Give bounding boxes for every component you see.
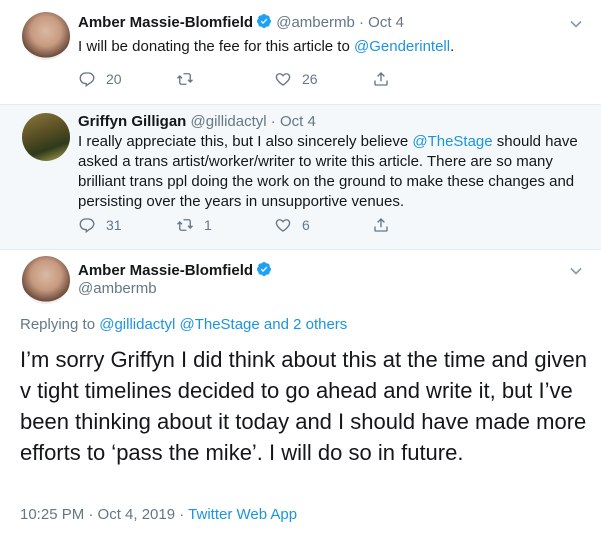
main-tweet: Amber Massie-Blomfield @ambermb Replying…	[0, 250, 601, 549]
retweet-icon	[177, 219, 193, 231]
retweet-count: 1	[204, 217, 212, 233]
reply-button[interactable]: 20	[78, 69, 122, 89]
author-name[interactable]: Griffyn Gilligan	[78, 113, 186, 130]
separator: ·	[270, 113, 276, 130]
reply-count: 20	[106, 71, 122, 87]
share-icon	[374, 218, 388, 232]
separator: ·	[358, 14, 364, 31]
author-handle-row: @ambermb	[78, 279, 157, 299]
avatar[interactable]	[22, 113, 70, 161]
author-name[interactable]: Amber Massie-Blomfield	[78, 262, 253, 279]
author-name[interactable]: Amber Massie-Blomfield	[78, 14, 253, 31]
replying-to: Replying to @gillidactyl @TheStage and 2…	[20, 316, 348, 333]
share-button[interactable]	[372, 69, 400, 89]
chevron-down-icon[interactable]	[569, 17, 583, 31]
mention-link[interactable]: @Genderintell	[354, 38, 450, 55]
like-button[interactable]: 26	[274, 69, 318, 89]
author-handle[interactable]: @gillidactyl	[191, 113, 267, 130]
tweet-actions: 31 1 6	[78, 215, 498, 235]
avatar[interactable]	[22, 256, 70, 304]
like-count: 6	[302, 217, 310, 233]
reply-icon	[79, 72, 95, 88]
author-handle[interactable]: @ambermb	[276, 14, 355, 31]
share-icon	[374, 72, 388, 86]
tweet-header: Amber Massie-Blomfield @ambermb · Oct 4	[78, 13, 404, 33]
reply-button[interactable]: 31	[78, 215, 122, 235]
verified-badge-icon	[257, 262, 272, 276]
tweet-text: I’m sorry Griffyn I did think about this…	[20, 347, 587, 465]
share-button[interactable]	[372, 215, 400, 235]
reply-icon	[79, 218, 95, 234]
replying-to-links[interactable]: @gillidactyl @TheStage and 2 others	[99, 316, 347, 333]
retweet-button[interactable]: 1	[176, 215, 212, 235]
tweet-header: Amber Massie-Blomfield	[78, 261, 272, 281]
retweet-icon	[177, 73, 193, 85]
reply-count: 31	[106, 217, 122, 233]
like-count: 26	[302, 71, 318, 87]
retweet-button[interactable]	[176, 69, 204, 89]
like-icon	[275, 219, 291, 232]
tweet-date[interactable]: Oct 4	[368, 14, 404, 31]
mention-link[interactable]: @TheStage	[412, 133, 492, 150]
tweet-timestamp[interactable]: 10:25 PM · Oct 4, 2019 ·	[20, 506, 188, 523]
tweet-meta: 10:25 PM · Oct 4, 2019 · Twitter Web App	[20, 506, 297, 523]
like-button[interactable]: 6	[274, 215, 310, 235]
tweet-actions: 20 26	[78, 69, 498, 89]
avatar[interactable]	[22, 12, 70, 60]
like-icon	[275, 73, 291, 86]
tweet-text: I really appreciate this, but I also sin…	[78, 133, 578, 210]
tweet-gillidactyl[interactable]: Griffyn Gilligan @gillidactyl · Oct 4 I …	[0, 105, 601, 250]
author-handle[interactable]: @ambermb	[78, 280, 157, 297]
tweet-date[interactable]: Oct 4	[280, 113, 316, 130]
tweet-header: Griffyn Gilligan @gillidactyl · Oct 4	[78, 112, 316, 132]
tweet-text: I will be donating the fee for this arti…	[78, 38, 455, 55]
verified-badge-icon	[257, 14, 272, 28]
tweet-source[interactable]: Twitter Web App	[188, 506, 297, 523]
chevron-down-icon[interactable]	[569, 264, 583, 278]
tweet-ambermb-1[interactable]: Amber Massie-Blomfield @ambermb · Oct 4 …	[0, 0, 601, 105]
